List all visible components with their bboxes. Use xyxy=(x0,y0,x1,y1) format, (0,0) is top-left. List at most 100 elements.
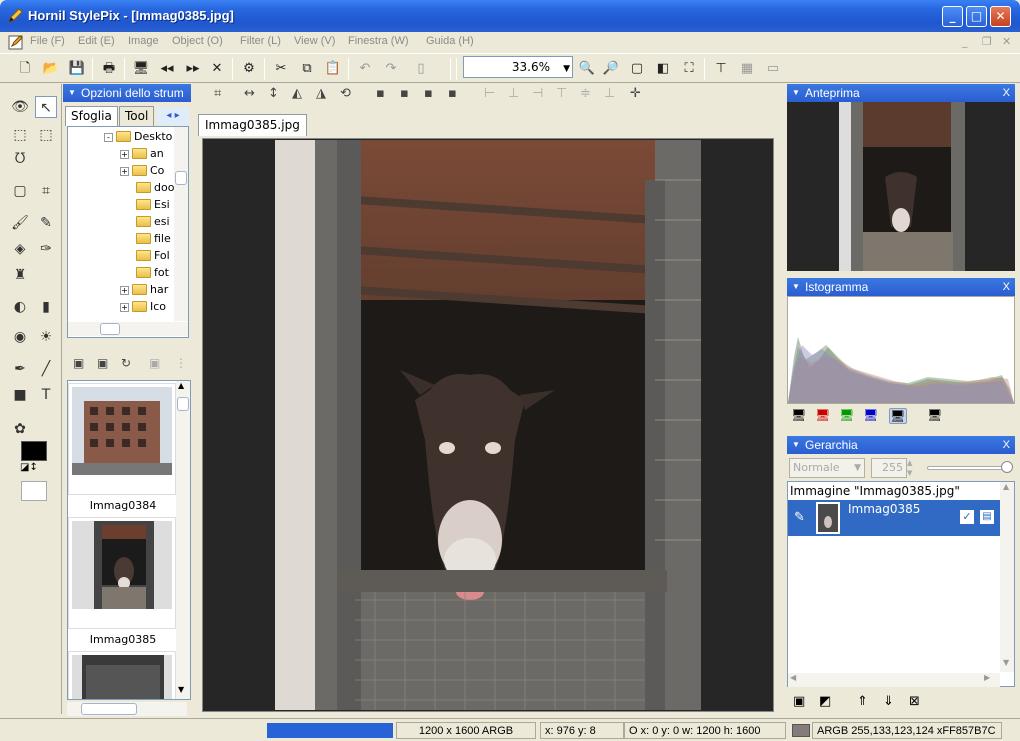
menu-file[interactable]: File (F) xyxy=(30,35,65,47)
opacity-slider-track[interactable] xyxy=(927,466,1009,470)
canvas-tool-icon[interactable]: ▢ xyxy=(9,180,31,202)
chevron-down-icon[interactable]: ▼ xyxy=(563,59,570,79)
options-icon[interactable]: ⋮ xyxy=(175,356,187,370)
close-icon[interactable]: X xyxy=(1003,84,1010,102)
close-icon[interactable]: X xyxy=(1003,436,1010,454)
doc-restore-button[interactable]: ❐ xyxy=(982,35,992,48)
menu-filter[interactable]: Filter (L) xyxy=(240,35,281,47)
tree-item[interactable]: file xyxy=(136,230,171,247)
collapse-icon[interactable]: ▼ xyxy=(792,436,800,454)
tree-item[interactable]: esi xyxy=(136,213,170,230)
new-file-icon[interactable]: 🗋 xyxy=(14,58,36,80)
opacity-spinner[interactable]: ▲ ▼ xyxy=(907,458,919,478)
scroll-down-icon[interactable]: ▼ xyxy=(1003,658,1009,667)
scroll-up-icon[interactable]: ▲ xyxy=(178,381,184,390)
tree-item[interactable]: + an xyxy=(120,145,164,162)
zoom-out-icon[interactable]: 🔎 xyxy=(600,58,622,80)
grid-icon[interactable]: ▦ xyxy=(736,58,758,80)
tree-horizontal-scrollbar[interactable] xyxy=(68,322,188,336)
menu-help[interactable]: Guida (H) xyxy=(426,35,474,47)
tab-scroll-arrows[interactable]: ◂ ▸ xyxy=(157,107,189,125)
align-bottom-icon[interactable]: ⊥ xyxy=(604,86,615,101)
layers-horizontal-scrollbar[interactable]: ◀ ▶ xyxy=(788,673,1000,687)
tree-item[interactable]: + Ico xyxy=(120,298,166,315)
paste-icon[interactable]: 📋 xyxy=(322,58,344,80)
layer-root-label[interactable]: Immagine "Immag0385.jpg" xyxy=(790,482,960,500)
text-tool-icon[interactable]: T xyxy=(35,384,57,406)
opacity-slider-knob[interactable] xyxy=(1001,461,1013,473)
pencil-tool-icon[interactable]: ✎ xyxy=(35,212,57,234)
tree-item[interactable]: Fol xyxy=(136,247,170,264)
send-backward-icon[interactable]: ▪ xyxy=(424,86,433,101)
scroll-right-icon[interactable]: ▶ xyxy=(984,673,990,682)
thumbnail-item[interactable]: Immag0385 xyxy=(68,517,176,646)
new-layer-icon[interactable]: ▣ xyxy=(793,694,805,709)
bring-front-icon[interactable]: ▪ xyxy=(376,86,385,101)
brightness-tool-icon[interactable]: ☀ xyxy=(35,326,57,348)
close-icon[interactable]: X xyxy=(1003,278,1010,296)
align-middle-icon[interactable]: ≑ xyxy=(580,86,591,101)
stamp-tool-icon[interactable]: ♜ xyxy=(9,264,31,286)
close-button[interactable]: ✕ xyxy=(990,6,1011,27)
pointer-tool-icon[interactable]: ↖ xyxy=(35,96,57,118)
thumbnail-item[interactable] xyxy=(68,651,176,699)
menu-object[interactable]: Object (O) xyxy=(172,35,223,47)
channel-green-icon[interactable]: 🖥 xyxy=(839,408,857,424)
print-icon[interactable]: 🖶 xyxy=(98,58,120,80)
blend-mode-select[interactable]: Normale ▼ xyxy=(789,458,865,478)
rect-select-tool-icon[interactable]: ⬚ xyxy=(35,124,57,146)
layer-options-icon[interactable]: ▤ xyxy=(980,510,994,524)
align-center-icon[interactable]: ⊥ xyxy=(508,86,519,101)
collapse-icon[interactable]: ▼ xyxy=(68,84,76,102)
fullscreen-icon[interactable]: ⛶ xyxy=(678,58,700,80)
collapse-icon[interactable]: ▼ xyxy=(792,278,800,296)
eraser-tool-icon[interactable]: ◈ xyxy=(9,238,31,260)
menu-view[interactable]: View (V) xyxy=(294,35,335,47)
layer-edit-brush-icon[interactable]: ✎ xyxy=(794,510,805,525)
menu-edit[interactable]: Edit (E) xyxy=(78,35,115,47)
layer-row[interactable]: ✎ Immag0385 ✓ ▤ xyxy=(788,500,1000,536)
scroll-thumb[interactable] xyxy=(100,323,120,335)
foreground-color[interactable] xyxy=(21,441,47,461)
collapse-icon[interactable]: ▼ xyxy=(792,84,800,102)
document-tab[interactable]: Immag0385.jpg xyxy=(198,114,307,136)
scroll-thumb[interactable] xyxy=(175,171,187,185)
previous-icon[interactable]: ◂◂ xyxy=(156,58,178,80)
layer-up-icon[interactable]: ⇑ xyxy=(857,694,868,709)
opacity-input[interactable]: 255 xyxy=(871,458,907,478)
eye-tool-icon[interactable]: 👁 xyxy=(9,96,31,118)
redo-icon[interactable]: ↷ xyxy=(380,58,402,80)
align-left-icon[interactable]: ⊢ xyxy=(484,86,495,101)
channel-red-icon[interactable]: 🖥 xyxy=(815,408,833,424)
scroll-up-icon[interactable]: ▲ xyxy=(1003,482,1009,491)
tab-browse[interactable]: Sfoglia xyxy=(65,106,118,126)
minimize-button[interactable]: _ xyxy=(942,6,963,27)
tree-item[interactable]: Esi xyxy=(136,196,170,213)
ruler-icon[interactable]: ⊤ xyxy=(710,58,732,80)
flip-vertical-icon[interactable]: ↕ xyxy=(268,86,279,101)
align-right-icon[interactable]: ⊣ xyxy=(532,86,543,101)
folder-open-icon[interactable]: ▣ xyxy=(97,356,108,370)
scroll-thumb[interactable] xyxy=(81,703,137,715)
center-icon[interactable]: ✛ xyxy=(630,86,641,101)
swap-colors-icon[interactable]: ◪↕ xyxy=(20,462,38,473)
expand-icon[interactable]: + xyxy=(120,286,129,295)
close-doc-icon[interactable]: ✕ xyxy=(206,58,228,80)
preview-pane[interactable] xyxy=(787,102,1015,271)
expand-icon[interactable]: + xyxy=(120,150,129,159)
doc-close-button[interactable]: ✕ xyxy=(1002,35,1011,48)
fill-tool-icon[interactable]: ◐ xyxy=(9,296,31,318)
color-wheel-icon[interactable]: ✿ xyxy=(9,418,31,440)
tree-item[interactable]: - Deskto xyxy=(104,128,172,145)
cut-icon[interactable]: ✂ xyxy=(270,58,292,80)
fit-window-icon[interactable]: ◧ xyxy=(652,58,674,80)
rotate-left-icon[interactable]: ◭ xyxy=(292,86,302,101)
delete-icon[interactable]: ▣ xyxy=(149,356,160,370)
settings-gear-icon[interactable]: ⚙ xyxy=(238,58,260,80)
maximize-button[interactable]: □ xyxy=(966,6,987,27)
channel-luminance-icon[interactable]: 🖥 xyxy=(927,408,945,424)
panel-toggle-icon[interactable]: ▯ xyxy=(410,58,432,80)
rotate-right-icon[interactable]: ◮ xyxy=(316,86,326,101)
tree-item[interactable]: doo xyxy=(136,179,174,196)
flip-horizontal-icon[interactable]: ↔ xyxy=(244,86,255,101)
